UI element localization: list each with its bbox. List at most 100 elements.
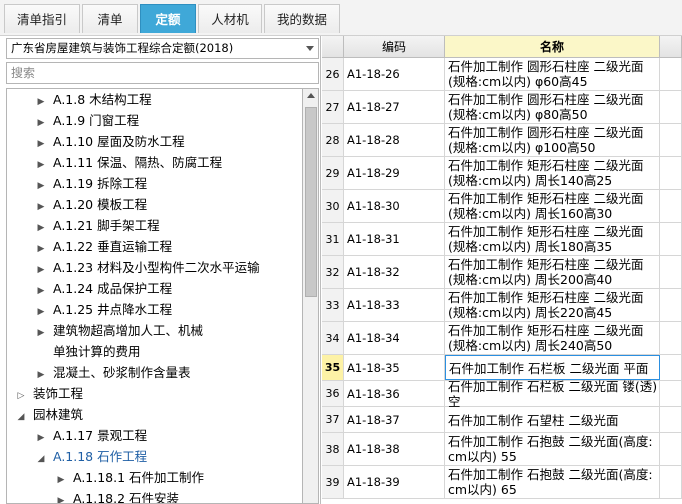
row-number[interactable]: 29 [322, 157, 344, 189]
code-cell[interactable]: A1-18-27 [344, 91, 445, 123]
row-number[interactable]: 34 [322, 322, 344, 354]
table-row[interactable]: 33 A1-18-33 石件加工制作 矩形石柱座 二级光面(规格:cm以内) 周长2… [322, 289, 682, 322]
extra-cell[interactable] [660, 466, 682, 498]
tree-item[interactable]: ▷ 装饰工程 [15, 383, 83, 404]
extra-cell[interactable] [660, 223, 682, 255]
extra-cell[interactable] [660, 124, 682, 156]
code-cell[interactable]: A1-18-31 [344, 223, 445, 255]
expand-toggle-icon[interactable]: ◢ [15, 407, 27, 428]
column-header-code[interactable]: 编码 [344, 36, 445, 58]
code-cell[interactable]: A1-18-36 [344, 381, 445, 406]
code-cell[interactable]: A1-18-33 [344, 289, 445, 321]
tree-item[interactable]: ▶ A.1.9 门窗工程 [35, 110, 140, 131]
code-cell[interactable]: A1-18-38 [344, 433, 445, 465]
tree-item[interactable]: ▶ A.1.24 成品保护工程 [35, 278, 173, 299]
name-cell[interactable]: 石件加工制作 圆形石柱座 二级光面(规格:cm以内) φ80高50 [445, 91, 660, 123]
name-cell[interactable]: 石件加工制作 石栏板 二级光面 镂(透)空 [445, 379, 660, 409]
table-row[interactable]: 34 A1-18-34 石件加工制作 矩形石柱座 二级光面(规格:cm以内) 周长2… [322, 322, 682, 355]
table-row[interactable]: 35 A1-18-35 石件加工制作 石栏板 二级光面 平面 [322, 355, 682, 381]
code-cell[interactable]: A1-18-29 [344, 157, 445, 189]
extra-cell[interactable] [660, 91, 682, 123]
tree-item[interactable]: ▶ A.1.8 木结构工程 [35, 89, 152, 110]
extra-cell[interactable] [660, 256, 682, 288]
table-row[interactable]: 26 A1-18-26 石件加工制作 圆形石柱座 二级光面(规格:cm以内) φ60… [322, 58, 682, 91]
column-header-extra[interactable] [660, 36, 682, 58]
tree-item[interactable]: ▶ A.1.11 保温、隔热、防腐工程 [35, 152, 223, 173]
tab-quota[interactable]: 定额 [140, 4, 196, 33]
tree-item[interactable]: ▶ A.1.17 景观工程 [35, 425, 148, 446]
code-cell[interactable]: A1-18-26 [344, 58, 445, 90]
name-cell[interactable]: 石件加工制作 石望柱 二级光面 [445, 407, 660, 432]
table-row[interactable]: 36 A1-18-36 石件加工制作 石栏板 二级光面 镂(透)空 [322, 379, 682, 409]
tree-item[interactable]: ◢ A.1.18 石作工程 [35, 446, 148, 470]
code-cell[interactable]: A1-18-39 [344, 466, 445, 498]
table-row[interactable]: 29 A1-18-29 石件加工制作 矩形石柱座 二级光面(规格:cm以内) 周长1… [322, 157, 682, 190]
row-number[interactable]: 32 [322, 256, 344, 288]
extra-cell[interactable] [660, 289, 682, 321]
tree-item[interactable]: ▶ A.1.18.1 石件加工制作 [55, 467, 205, 488]
expand-toggle-icon[interactable]: ▶ [55, 491, 67, 503]
table-row[interactable]: 30 A1-18-30 石件加工制作 矩形石柱座 二级光面(规格:cm以内) 周长1… [322, 190, 682, 223]
code-cell[interactable]: A1-18-35 [344, 355, 445, 380]
row-number[interactable]: 36 [322, 381, 344, 406]
name-cell[interactable]: 石件加工制作 圆形石柱座 二级光面(规格:cm以内) φ60高45 [445, 58, 660, 90]
row-number[interactable]: 39 [322, 466, 344, 498]
scroll-thumb[interactable] [305, 107, 317, 297]
name-cell[interactable]: 石件加工制作 圆形石柱座 二级光面(规格:cm以内) φ100高50 [445, 124, 660, 156]
tree-item[interactable]: ▶ A.1.23 材料及小型构件二次水平运输 [35, 257, 260, 278]
extra-cell[interactable] [660, 407, 682, 432]
extra-cell[interactable] [660, 381, 682, 406]
tree-item[interactable]: ◢ 园林建筑 [15, 404, 83, 425]
table-row[interactable]: 32 A1-18-32 石件加工制作 矩形石柱座 二级光面(规格:cm以内) 周长2… [322, 256, 682, 289]
tree-item[interactable]: ▶ A.1.19 拆除工程 [35, 173, 148, 194]
name-cell[interactable]: 石件加工制作 矩形石柱座 二级光面(规格:cm以内) 周长240高50 [445, 322, 660, 354]
name-cell[interactable]: 石件加工制作 矩形石柱座 二级光面(规格:cm以内) 周长160高30 [445, 190, 660, 222]
table-row[interactable]: 28 A1-18-28 石件加工制作 圆形石柱座 二级光面(规格:cm以内) φ10… [322, 124, 682, 157]
name-cell[interactable]: 石件加工制作 石抱鼓 二级光面(高度:cm以内) 55 [445, 433, 660, 465]
row-number[interactable]: 31 [322, 223, 344, 255]
tree-item[interactable]: 单独计算的费用 [35, 341, 141, 362]
tab-list-guide[interactable]: 清单指引 [4, 4, 80, 33]
name-cell[interactable]: 石件加工制作 石栏板 二级光面 平面 [445, 355, 660, 380]
tab-labor-material-machine[interactable]: 人材机 [198, 4, 262, 33]
tree-item[interactable]: ▶ A.1.22 垂直运输工程 [35, 236, 173, 257]
row-number[interactable]: 26 [322, 58, 344, 90]
row-number[interactable]: 27 [322, 91, 344, 123]
table-row[interactable]: 39 A1-18-39 石件加工制作 石抱鼓 二级光面(高度:cm以内) 65 [322, 466, 682, 499]
tab-list[interactable]: 清单 [82, 4, 138, 33]
table-row[interactable]: 37 A1-18-37 石件加工制作 石望柱 二级光面 [322, 407, 682, 433]
name-cell[interactable]: 石件加工制作 矩形石柱座 二级光面(规格:cm以内) 周长140高25 [445, 157, 660, 189]
extra-cell[interactable] [660, 157, 682, 189]
row-number[interactable]: 37 [322, 407, 344, 432]
row-number[interactable]: 33 [322, 289, 344, 321]
tree-item[interactable]: ▶ A.1.20 模板工程 [35, 194, 148, 215]
table-row[interactable]: 27 A1-18-27 石件加工制作 圆形石柱座 二级光面(规格:cm以内) φ80… [322, 91, 682, 124]
extra-cell[interactable] [660, 433, 682, 465]
row-number[interactable]: 28 [322, 124, 344, 156]
name-cell[interactable]: 石件加工制作 矩形石柱座 二级光面(规格:cm以内) 周长220高45 [445, 289, 660, 321]
code-cell[interactable]: A1-18-30 [344, 190, 445, 222]
code-cell[interactable]: A1-18-37 [344, 407, 445, 432]
tree-item[interactable]: ▶ A.1.21 脚手架工程 [35, 215, 160, 236]
tree-item[interactable]: ▶ A.1.18.2 石件安装 [55, 488, 180, 503]
code-cell[interactable]: A1-18-28 [344, 124, 445, 156]
table-row[interactable]: 38 A1-18-38 石件加工制作 石抱鼓 二级光面(高度:cm以内) 55 [322, 433, 682, 466]
extra-cell[interactable] [660, 190, 682, 222]
scroll-up-icon[interactable] [307, 93, 315, 98]
tree-scrollbar[interactable] [302, 88, 319, 504]
expand-toggle-icon[interactable]: ◢ [35, 449, 47, 470]
extra-cell[interactable] [660, 355, 682, 380]
name-cell[interactable]: 石件加工制作 石抱鼓 二级光面(高度:cm以内) 65 [445, 466, 660, 498]
code-cell[interactable]: A1-18-32 [344, 256, 445, 288]
code-cell[interactable]: A1-18-34 [344, 322, 445, 354]
quota-library-select[interactable]: 广东省房屋建筑与装饰工程综合定额(2018) [6, 38, 319, 59]
row-number[interactable]: 35 [322, 355, 344, 380]
extra-cell[interactable] [660, 58, 682, 90]
search-input[interactable]: 搜索 [6, 62, 319, 84]
column-header-name[interactable]: 名称 [445, 36, 660, 58]
tree-item[interactable]: ▶ 混凝土、砂浆制作含量表 [35, 362, 191, 383]
tree-item[interactable]: ▶ A.1.25 井点降水工程 [35, 299, 173, 320]
tree-item[interactable]: ▶ 建筑物超高增加人工、机械 [35, 320, 203, 341]
name-cell[interactable]: 石件加工制作 矩形石柱座 二级光面(规格:cm以内) 周长200高40 [445, 256, 660, 288]
name-cell[interactable]: 石件加工制作 矩形石柱座 二级光面(规格:cm以内) 周长180高35 [445, 223, 660, 255]
